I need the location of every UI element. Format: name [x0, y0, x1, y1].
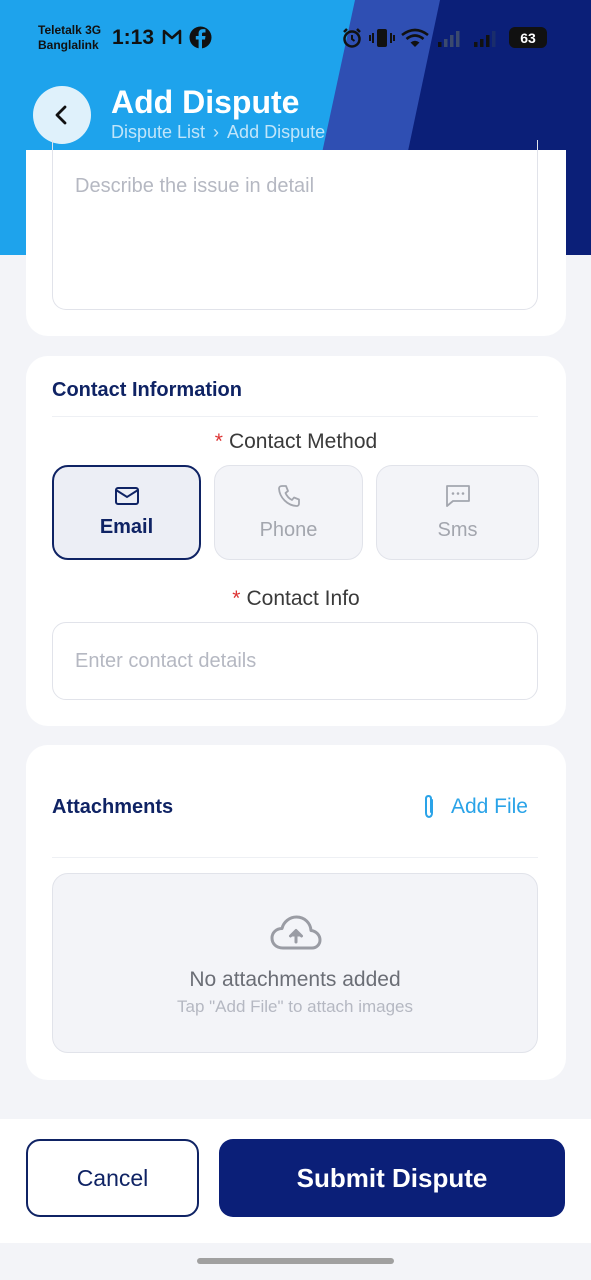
- paperclip-icon: [424, 794, 433, 819]
- method-sms-button[interactable]: Sms: [376, 465, 539, 560]
- phone-icon: [277, 485, 300, 507]
- method-email-button[interactable]: Email: [52, 465, 201, 560]
- chevron-left-icon: [55, 105, 67, 125]
- home-indicator[interactable]: [197, 1258, 394, 1264]
- vibrate-icon: [369, 29, 395, 47]
- cancel-button[interactable]: Cancel: [26, 1139, 199, 1217]
- wifi-icon: [401, 28, 429, 47]
- method-sms-label: Sms: [437, 519, 478, 541]
- facebook-icon: [189, 26, 212, 49]
- submit-dispute-button[interactable]: Submit Dispute: [219, 1139, 565, 1217]
- method-email-label: Email: [99, 516, 154, 538]
- add-file-label: Add File: [450, 795, 528, 818]
- contact-card: Contact Information * Contact Method Emai…: [26, 356, 566, 726]
- page-title: Add Dispute: [111, 84, 300, 120]
- bottom-action-bar: Cancel Submit Dispute: [0, 1119, 591, 1243]
- empty-state-title: No attachments added: [189, 968, 401, 991]
- chat-icon: [445, 485, 470, 507]
- status-time: 1:13: [112, 26, 155, 49]
- carrier-1: Teletalk 3G: [38, 23, 102, 37]
- required-mark: *: [214, 430, 223, 453]
- contact-info-input[interactable]: Enter contact details: [52, 622, 538, 700]
- carrier-2: Banglalink: [38, 38, 99, 52]
- description-placeholder: Describe the issue in detail: [75, 175, 315, 197]
- contact-method-label: * Contact Method: [26, 430, 566, 454]
- contact-info-label: * Contact Info: [26, 587, 566, 611]
- gmail-icon: [162, 29, 182, 44]
- contact-info-placeholder: Enter contact details: [75, 649, 257, 672]
- status-bar: Teletalk 3G Banglalink 1:13 63: [0, 0, 591, 76]
- divider: [52, 857, 538, 858]
- add-file-button[interactable]: Add File: [421, 793, 528, 821]
- divider: [52, 416, 538, 417]
- contact-section-title: Contact Information: [52, 379, 242, 401]
- description-card: Describe the issue in detail: [26, 140, 566, 336]
- description-textarea[interactable]: Describe the issue in detail: [52, 140, 538, 310]
- mail-icon: [114, 487, 139, 505]
- attachments-card: Attachments Add File No attachments adde…: [26, 745, 566, 1080]
- carrier-names: Teletalk 3G Banglalink: [38, 23, 101, 53]
- battery-indicator: 63: [509, 27, 547, 48]
- method-phone-button[interactable]: Phone: [214, 465, 363, 560]
- contact-method-label-text: Contact Method: [228, 430, 378, 453]
- back-button[interactable]: [33, 86, 91, 144]
- signal-1-icon: [438, 31, 460, 47]
- method-phone-label: Phone: [259, 519, 318, 541]
- required-mark: *: [232, 587, 241, 610]
- empty-state-subtitle: Tap "Add File" to attach images: [176, 997, 414, 1016]
- attachments-empty-state: No attachments added Tap "Add File" to a…: [52, 873, 538, 1053]
- alarm-icon: [343, 28, 361, 48]
- cloud-upload-icon: [270, 915, 322, 950]
- signal-2-icon: [474, 31, 496, 47]
- contact-info-label-text: Contact Info: [246, 587, 360, 610]
- attachments-section-title: Attachments: [52, 796, 174, 818]
